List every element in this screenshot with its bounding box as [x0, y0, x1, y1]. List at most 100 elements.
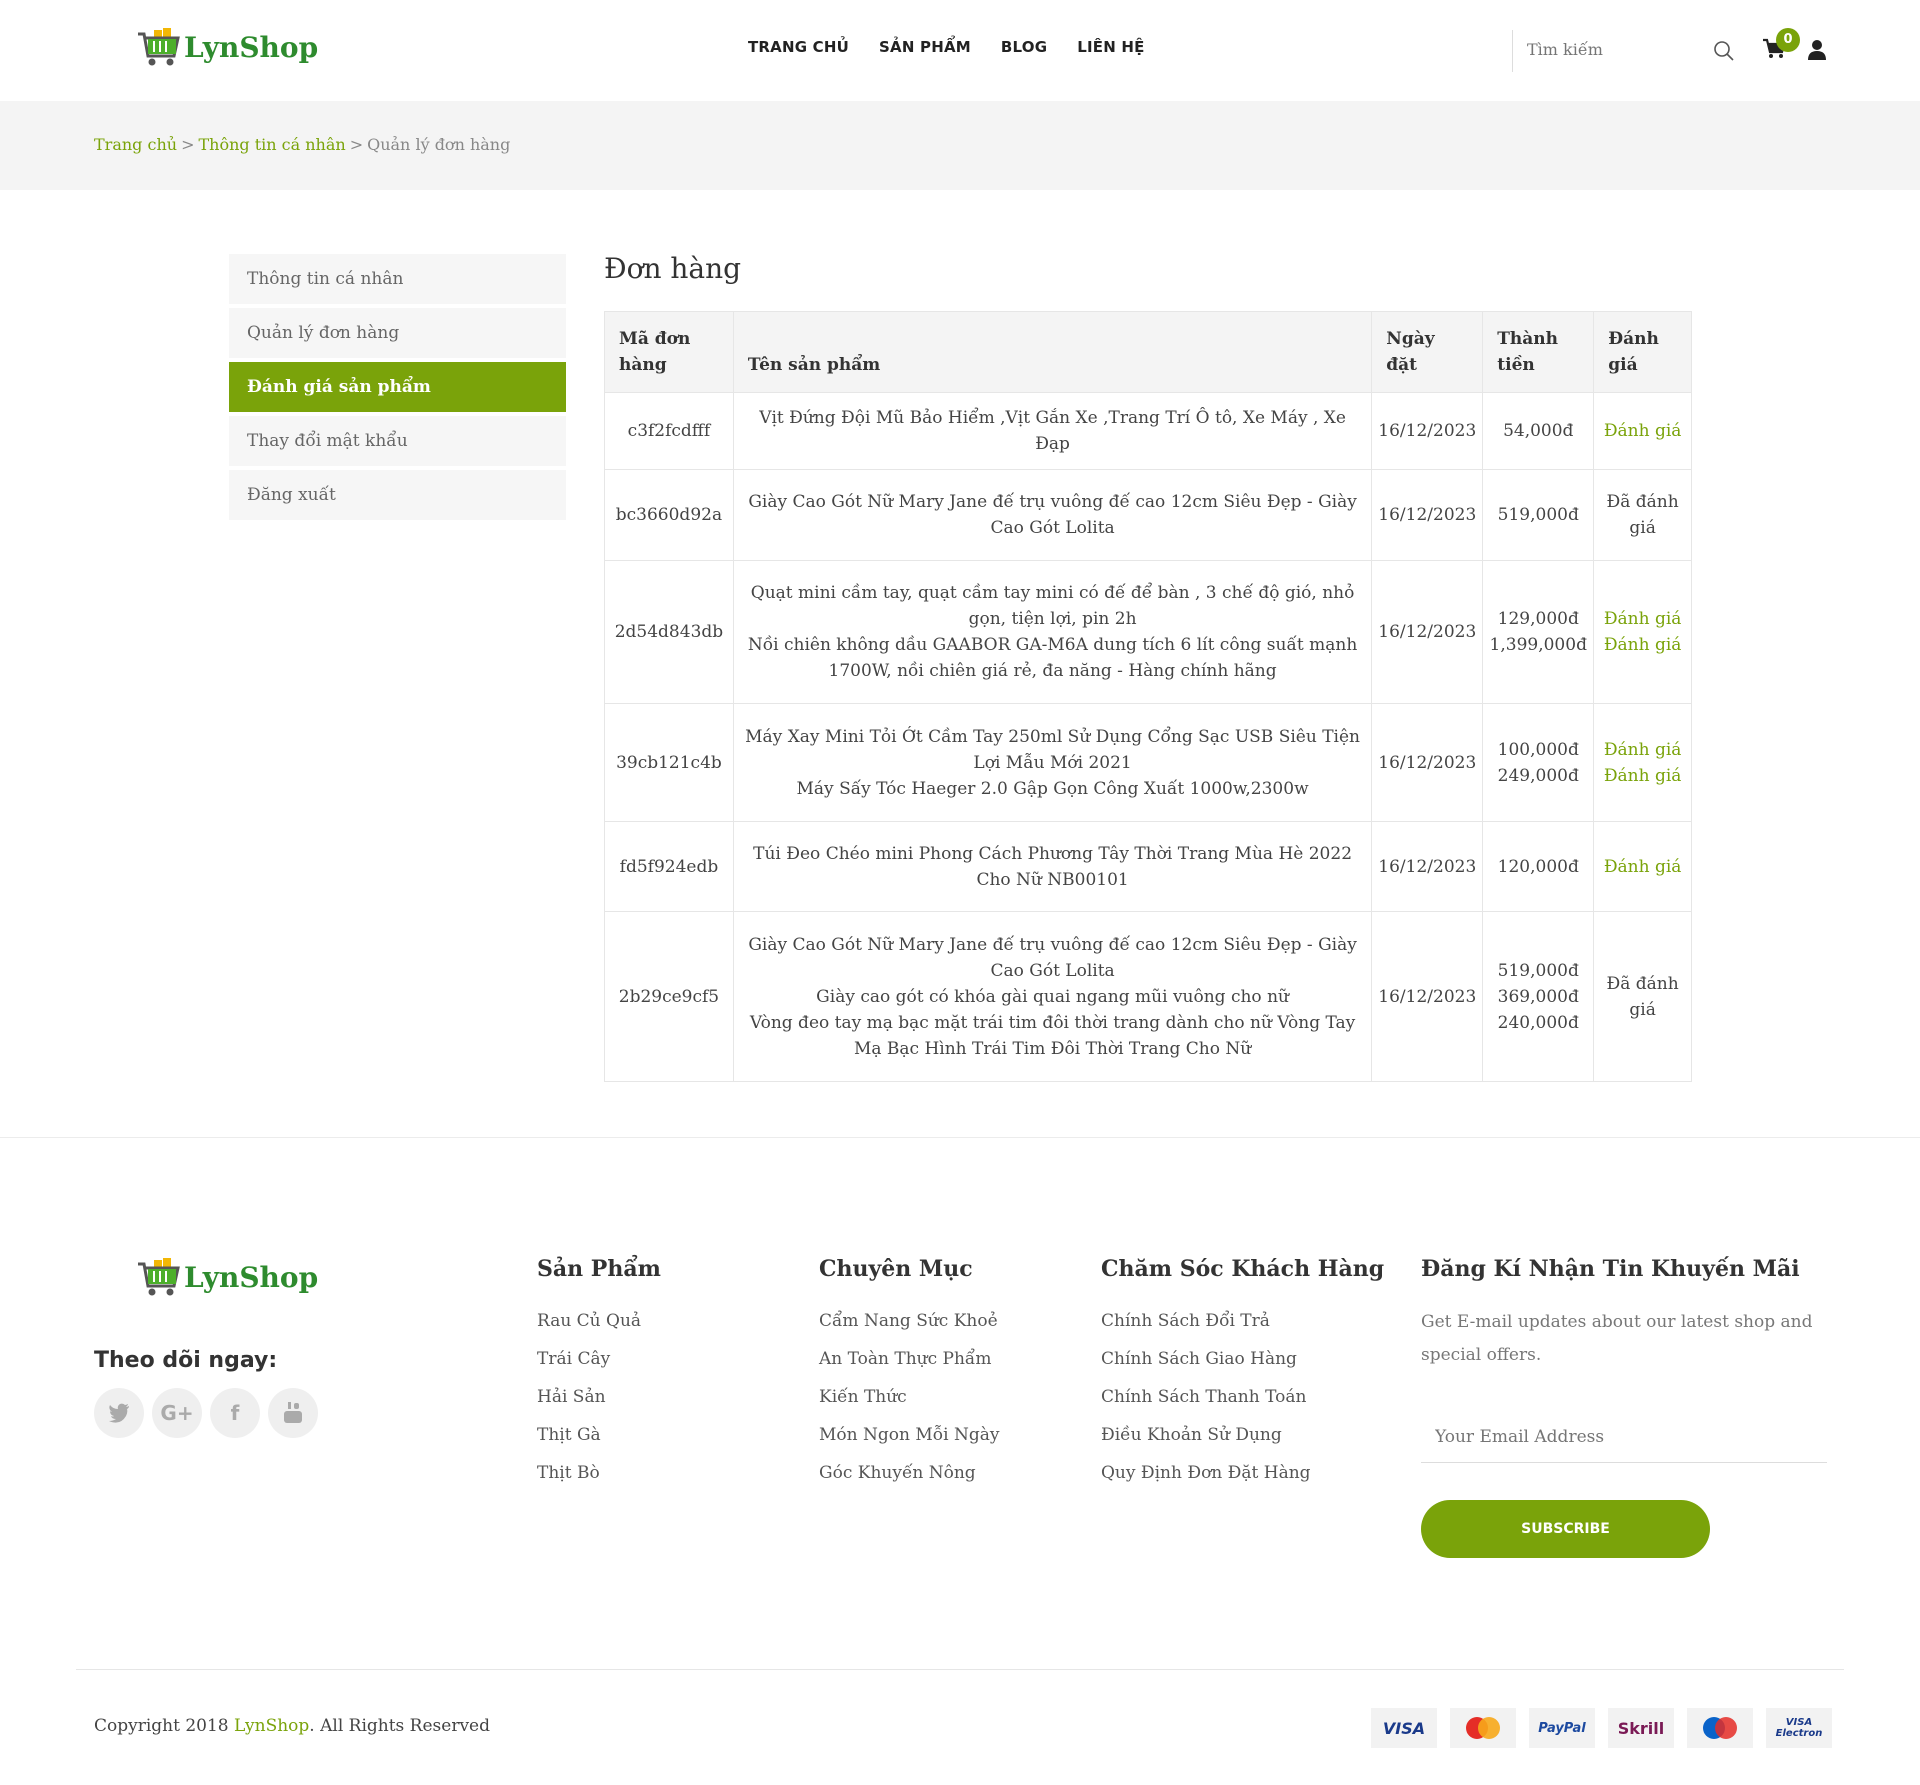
breadcrumb: Trang chủ > Thông tin cá nhân > Quản lý đơn …: [94, 135, 510, 154]
column-header-rating: Đánh giá: [1593, 311, 1692, 393]
footer-col-products: Sản Phẩm Rau Củ Quả Trái Cây Hải Sản Thị…: [537, 1256, 661, 1496]
footer-link[interactable]: Chính Sách Giao Hàng: [1101, 1344, 1384, 1382]
footer-col-customer-care: Chăm Sóc Khách Hàng Chính Sách Đổi Trả C…: [1101, 1256, 1384, 1496]
product-name: Giày Cao Gót Nữ Mary Jane đế trụ vuông đ…: [748, 492, 1357, 538]
footer-link[interactable]: Chính Sách Đổi Trả: [1101, 1306, 1384, 1344]
rate-link[interactable]: Đánh giá: [1600, 737, 1685, 763]
product-name: Quạt mini cầm tay, quạt cầm tay mini có …: [750, 583, 1355, 629]
paypal-icon: PayPal: [1529, 1708, 1595, 1748]
order-date: 16/12/2023: [1371, 821, 1484, 912]
social-links: G+ f: [94, 1388, 318, 1438]
sidebar-item-reviews[interactable]: Đánh giá sản phẩm: [229, 362, 566, 412]
footer-col-title: Chăm Sóc Khách Hàng: [1101, 1256, 1385, 1282]
header-line: hàng: [619, 355, 667, 375]
order-rating: Đã đánh giá: [1593, 911, 1692, 1082]
sidebar-item-profile[interactable]: Thông tin cá nhân: [229, 254, 566, 304]
nav-item-products[interactable]: SẢN PHẨM: [879, 38, 971, 56]
youtube-icon[interactable]: [268, 1388, 318, 1438]
product-price: 369,000đ: [1497, 986, 1579, 1007]
footer-bottom-divider: [76, 1669, 1844, 1670]
footer-link[interactable]: Trái Cây: [537, 1344, 661, 1382]
breadcrumb-bar: Trang chủ > Thông tin cá nhân > Quản lý đơn …: [0, 101, 1920, 190]
footer-link[interactable]: Món Ngon Mỗi Ngày: [819, 1420, 999, 1458]
logo[interactable]: LynShop: [136, 26, 318, 68]
order-rating: Đánh giá: [1593, 392, 1692, 470]
order-products: Vịt Đứng Đội Mũ Bảo Hiểm ,Vịt Gắn Xe ,Tr…: [732, 392, 1373, 470]
copyright-suffix: . All Rights Reserved: [309, 1716, 491, 1736]
footer-logo[interactable]: LynShop: [136, 1256, 318, 1298]
mastercard-icon: [1450, 1708, 1516, 1748]
logo-text: LynShop: [184, 30, 319, 64]
rate-link[interactable]: Đánh giá: [1600, 632, 1685, 658]
newsletter-title: Đăng Kí Nhận Tin Khuyến Mãi: [1421, 1256, 1800, 1282]
sidebar-item-orders[interactable]: Quản lý đơn hàng: [229, 308, 566, 358]
product-price: 1,399,000đ: [1489, 635, 1587, 655]
footer-link[interactable]: Kiến Thức: [819, 1382, 999, 1420]
order-date: 16/12/2023: [1371, 911, 1484, 1082]
order-date: 16/12/2023: [1371, 469, 1484, 561]
header-line: giá: [1608, 355, 1638, 375]
footer-link[interactable]: An Toàn Thực Phẩm: [819, 1344, 999, 1382]
visa-electron-icon: VISA Electron: [1766, 1708, 1832, 1748]
column-header-product: Tên sản phẩm: [732, 311, 1373, 393]
product-price: 100,000đ: [1497, 739, 1579, 760]
subscribe-button[interactable]: SUBSCRIBE: [1421, 1500, 1710, 1558]
footer-link[interactable]: Hải Sản: [537, 1382, 661, 1420]
breadcrumb-profile[interactable]: Thông tin cá nhân: [198, 135, 345, 154]
footer-link[interactable]: Góc Khuyến Nông: [819, 1458, 999, 1496]
product-name: Máy Xay Mini Tỏi Ớt Cầm Tay 250ml Sử Dụn…: [745, 726, 1360, 773]
logo-text: LynShop: [184, 1260, 319, 1294]
nav-item-blog[interactable]: BLOG: [1001, 38, 1047, 56]
column-header-code: Mã đơn hàng: [604, 311, 734, 393]
site-header: LynShop TRANG CHỦ SẢN PHẨM BLOG LIÊN HỆ …: [0, 0, 1920, 101]
product-name: Nồi chiên không dầu GAABOR GA-M6A dung t…: [747, 635, 1358, 681]
order-code: c3f2fcdfff: [604, 392, 734, 470]
footer-divider: [0, 1137, 1920, 1138]
header-line: Tên sản phẩm: [747, 355, 881, 375]
rate-link[interactable]: Đánh giá: [1600, 854, 1685, 880]
footer-link[interactable]: Quy Định Đơn Đặt Hàng: [1101, 1458, 1384, 1496]
search-icon[interactable]: [1713, 40, 1735, 62]
search-input[interactable]: [1527, 40, 1697, 59]
footer-link[interactable]: Điều Khoản Sử Dụng: [1101, 1420, 1384, 1458]
footer-link[interactable]: Cẩm Nang Sức Khoẻ: [819, 1306, 999, 1344]
table-row: 39cb121c4b Máy Xay Mini Tỏi Ớt Cầm Tay 2…: [604, 703, 1692, 822]
nav-item-home[interactable]: TRANG CHỦ: [748, 38, 849, 56]
order-code: 39cb121c4b: [604, 703, 734, 822]
footer-col-categories: Chuyên Mục Cẩm Nang Sức Khoẻ An Toàn Thự…: [819, 1256, 999, 1496]
user-icon[interactable]: [1807, 39, 1827, 61]
product-name: Máy Sấy Tóc Haeger 2.0 Gập Gọn Công Xuất…: [796, 778, 1309, 799]
breadcrumb-separator: >: [181, 135, 195, 154]
footer-link[interactable]: Thịt Bò: [537, 1458, 661, 1496]
follow-title: Theo dõi ngay:: [94, 1348, 278, 1373]
product-name: Vịt Đứng Đội Mũ Bảo Hiểm ,Vịt Gắn Xe ,Tr…: [759, 408, 1346, 454]
email-field[interactable]: [1421, 1411, 1827, 1463]
header-line: Mã đơn: [619, 329, 691, 349]
order-total: 519,000đ: [1482, 469, 1595, 561]
nav-item-contact[interactable]: LIÊN HỆ: [1077, 38, 1144, 56]
rate-link[interactable]: Đánh giá: [1600, 763, 1685, 789]
copyright-prefix: Copyright 2018: [94, 1716, 235, 1736]
footer-link[interactable]: Thịt Gà: [537, 1420, 661, 1458]
breadcrumb-current: Quản lý đơn hàng: [367, 135, 511, 154]
breadcrumb-home[interactable]: Trang chủ: [94, 135, 177, 154]
product-price: 120,000đ: [1497, 856, 1579, 877]
order-products: Quạt mini cầm tay, quạt cầm tay mini có …: [732, 560, 1373, 704]
rated-status: Đã đánh giá: [1606, 492, 1679, 538]
product-price: 519,000đ: [1497, 960, 1579, 981]
footer-link[interactable]: Rau Củ Quả: [537, 1306, 661, 1344]
facebook-icon[interactable]: f: [210, 1388, 260, 1438]
rate-link[interactable]: Đánh giá: [1600, 606, 1685, 632]
copyright-brand-link[interactable]: LynShop: [234, 1716, 309, 1736]
sidebar-item-change-password[interactable]: Thay đổi mật khẩu: [229, 416, 566, 466]
search-box: [1512, 30, 1742, 72]
order-code: 2b29ce9cf5: [604, 911, 734, 1082]
table-row: 2b29ce9cf5 Giày Cao Gót Nữ Mary Jane đế …: [604, 911, 1692, 1082]
order-total: 54,000đ: [1482, 392, 1595, 470]
google-plus-icon[interactable]: G+: [152, 1388, 202, 1438]
footer-link[interactable]: Chính Sách Thanh Toán: [1101, 1382, 1384, 1420]
twitter-icon[interactable]: [94, 1388, 144, 1438]
sidebar-item-logout[interactable]: Đăng xuất: [229, 470, 566, 520]
footer-col-title: Chuyên Mục: [819, 1256, 973, 1282]
rate-link[interactable]: Đánh giá: [1600, 418, 1685, 444]
